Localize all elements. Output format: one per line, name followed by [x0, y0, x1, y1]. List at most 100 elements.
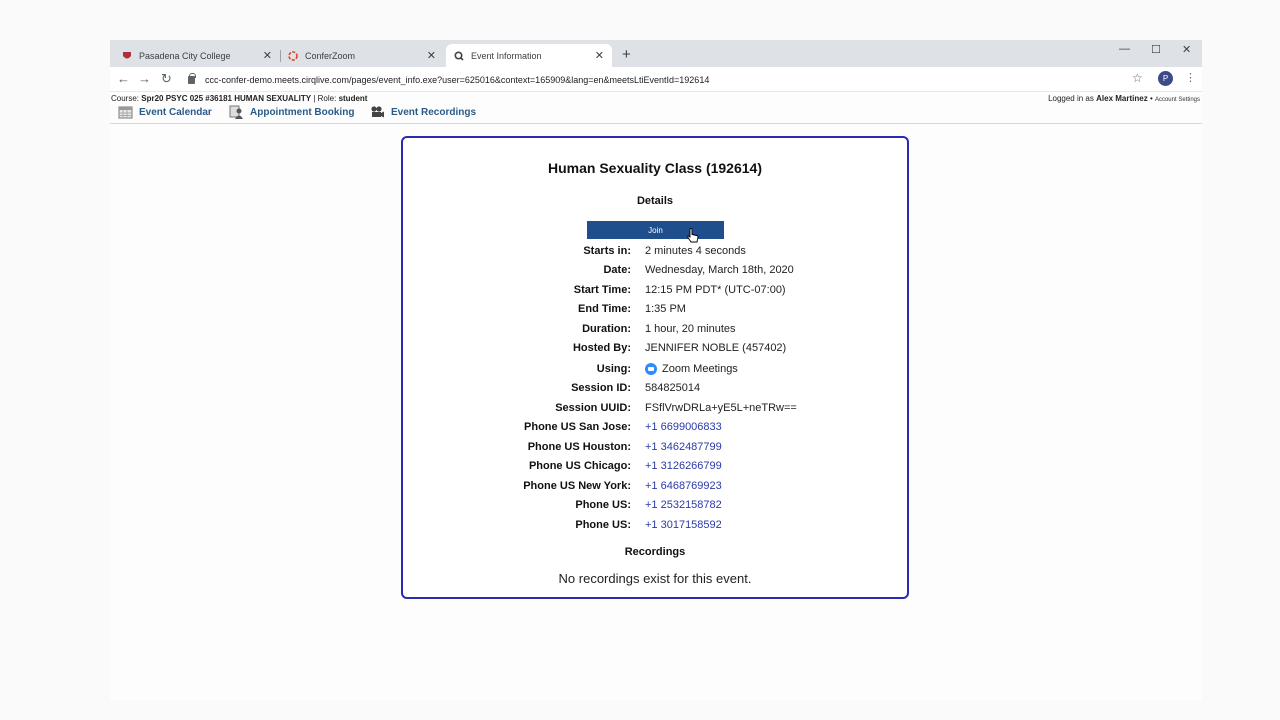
phone-link[interactable]: +1 3017158592	[645, 519, 722, 531]
field-row-starts-in: Starts in: 2 minutes 4 seconds	[403, 245, 907, 261]
field-value: 1:35 PM	[645, 303, 686, 315]
using-value: Zoom Meetings	[662, 363, 738, 375]
field-label: Starts in:	[583, 245, 631, 257]
recordings-heading: Recordings	[624, 546, 686, 558]
new-tab-icon[interactable]: +	[622, 46, 631, 63]
field-row-date: Date: Wednesday, March 18th, 2020	[403, 264, 907, 280]
role-label: Role:	[317, 94, 337, 103]
details-heading: Details	[636, 195, 674, 207]
field-label: Phone US New York:	[523, 480, 631, 492]
browser-toolbar: ← → ↻ ccc-confer-demo.meets.cirqlive.com…	[110, 67, 1202, 92]
course-name: Spr20 PSYC 025 #36181 HUMAN SEXUALITY	[141, 94, 312, 103]
minimize-icon[interactable]: —	[1119, 43, 1130, 55]
cirqlive-icon	[454, 50, 464, 61]
phone-link[interactable]: +1 2532158782	[645, 499, 722, 511]
lock-icon	[188, 72, 196, 84]
field-label: Start Time:	[573, 284, 631, 296]
field-label: Duration:	[582, 323, 631, 335]
event-title: Human Sexuality Class (192614)	[548, 160, 762, 176]
field-row-session-id: Session ID: 584825014	[403, 382, 907, 398]
field-row-phone-us-2: Phone US: +1 3017158592	[403, 519, 907, 535]
reload-icon[interactable]: ↻	[161, 71, 172, 87]
field-row-duration: Duration: 1 hour, 20 minutes	[403, 323, 907, 339]
field-row-end-time: End Time: 1:35 PM	[403, 303, 907, 319]
camera-icon	[370, 105, 385, 119]
role-value: student	[338, 94, 368, 103]
tab-title: ConferZoom	[305, 50, 356, 61]
field-value: Wednesday, March 18th, 2020	[645, 264, 794, 276]
account-settings-link[interactable]: Account Settings	[1155, 97, 1200, 103]
url-text: ccc-confer-demo.meets.cirqlive.com/pages…	[205, 74, 710, 85]
field-label: Date:	[603, 264, 631, 276]
field-value: 584825014	[645, 382, 701, 394]
field-label: Phone US San Jose:	[524, 421, 631, 433]
profile-avatar[interactable]: P	[1158, 71, 1173, 86]
zoom-icon	[645, 363, 657, 375]
nav-label: Event Recordings	[391, 106, 477, 118]
forward-arrow-icon[interactable]: →	[138, 71, 151, 86]
event-info-card: Human Sexuality Class (192614) Details J…	[401, 136, 909, 599]
field-row-session-uuid: Session UUID: FSflVrwDRLa+yE5L+neTRw==	[403, 402, 907, 418]
hand-cursor-icon	[687, 228, 699, 243]
window-close-icon[interactable]: ✕	[1182, 43, 1191, 56]
field-label: Phone US:	[575, 519, 631, 531]
course-label: Course:	[111, 94, 140, 103]
field-label: Session ID:	[571, 382, 631, 394]
nav-label: Event Calendar	[139, 106, 212, 118]
field-label: End Time:	[578, 303, 631, 315]
field-value: JENNIFER NOBLE (457402)	[645, 342, 787, 354]
field-value: Zoom Meetings	[645, 363, 738, 375]
field-value: 1 hour, 20 minutes	[645, 323, 736, 335]
tab-event-information[interactable]: Event Information ✕	[446, 44, 612, 67]
close-tab-icon[interactable]: ✕	[427, 49, 436, 62]
field-row-using: Using: Zoom Meetings	[403, 363, 907, 379]
field-label: Phone US Houston:	[527, 441, 631, 453]
menu-kebab-icon[interactable]: ⋮	[1185, 71, 1196, 84]
close-tab-icon[interactable]: ✕	[263, 49, 272, 62]
close-tab-icon[interactable]: ✕	[595, 49, 604, 62]
field-row-phone-houston: Phone US Houston: +1 3462487799	[403, 441, 907, 457]
tab-title: Pasadena City College	[139, 50, 231, 61]
no-recordings-message: No recordings exist for this event.	[558, 571, 752, 586]
phone-link[interactable]: +1 6468769923	[645, 480, 722, 492]
field-value: 12:15 PM PDT* (UTC-07:00)	[645, 284, 786, 296]
field-row-hosted-by: Hosted By: JENNIFER NOBLE (457402)	[403, 342, 907, 358]
meets-nav-menu: Event Calendar Appointment Booking Event…	[110, 104, 1202, 124]
calendar-icon	[118, 105, 133, 119]
field-label: Hosted By:	[572, 342, 631, 354]
address-bar[interactable]: ccc-confer-demo.meets.cirqlive.com/pages…	[188, 70, 1128, 89]
logged-in-label: Logged in as	[1048, 94, 1094, 103]
phone-link[interactable]: +1 6699006833	[645, 421, 722, 433]
user-name: Alex Martinez	[1096, 94, 1148, 103]
field-label: Session UUID:	[555, 402, 631, 414]
course-bar: Course: Spr20 PSYC 025 #36181 HUMAN SEXU…	[110, 92, 1202, 104]
login-info: Logged in as Alex Martinez • Account Set…	[1048, 94, 1200, 103]
back-arrow-icon[interactable]: ←	[117, 71, 130, 86]
maximize-icon[interactable]: ☐	[1151, 43, 1161, 56]
nav-event-recordings[interactable]: Event Recordings	[370, 105, 476, 119]
tab-title: Event Information	[471, 50, 542, 61]
phone-link[interactable]: +1 3126266799	[645, 460, 722, 472]
join-button[interactable]: Join	[587, 221, 724, 239]
tab-strip: Pasadena City College ✕ ConferZoom ✕ Eve…	[110, 40, 1202, 67]
bookmark-star-icon[interactable]: ☆	[1132, 71, 1143, 85]
field-row-start-time: Start Time: 12:15 PM PDT* (UTC-07:00)	[403, 284, 907, 300]
field-row-phone-san-jose: Phone US San Jose: +1 6699006833	[403, 421, 907, 437]
field-row-phone-us-1: Phone US: +1 2532158782	[403, 499, 907, 515]
browser-window: Pasadena City College ✕ ConferZoom ✕ Eve…	[110, 40, 1202, 700]
tab-pasadena-city-college[interactable]: Pasadena City College ✕	[114, 44, 280, 67]
field-value: 2 minutes 4 seconds	[645, 245, 746, 257]
field-value: FSflVrwDRLa+yE5L+neTRw==	[645, 402, 797, 414]
field-label: Phone US:	[575, 499, 631, 511]
phone-link[interactable]: +1 3462487799	[645, 441, 722, 453]
tab-conferzoom[interactable]: ConferZoom ✕	[280, 44, 444, 67]
nav-event-calendar[interactable]: Event Calendar	[118, 105, 212, 119]
field-row-phone-chicago: Phone US Chicago: +1 3126266799	[403, 460, 907, 476]
conferzoom-icon	[288, 50, 298, 61]
field-label: Phone US Chicago:	[528, 460, 631, 472]
person-booking-icon	[229, 105, 244, 119]
field-row-phone-new-york: Phone US New York: +1 6468769923	[403, 480, 907, 496]
nav-appointment-booking[interactable]: Appointment Booking	[229, 105, 354, 119]
nav-label: Appointment Booking	[250, 106, 355, 118]
field-label: Using:	[596, 363, 631, 375]
